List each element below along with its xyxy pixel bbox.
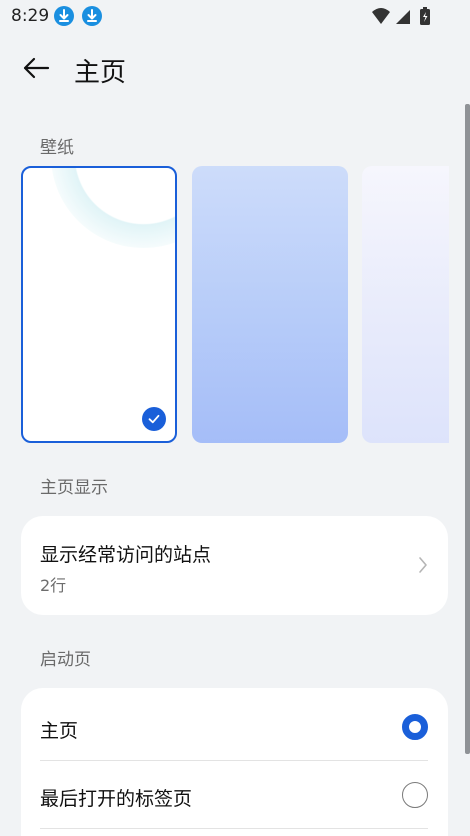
frequent-sites-row[interactable]: 显示经常访问的站点 2行 [21,516,448,615]
back-button[interactable] [14,50,58,86]
radio-unselected[interactable] [402,782,428,808]
wifi-icon [372,8,390,24]
system-status-icons [372,7,430,25]
divider [40,828,428,829]
signal-icon [396,10,410,24]
status-bar: 8:29 [0,0,470,34]
wallpaper-arc-decoration [51,168,175,248]
scrollbar[interactable] [465,104,470,754]
status-time: 8:29 [11,6,50,26]
back-arrow-icon [23,57,50,79]
startup-section-label: 启动页 [40,650,91,670]
battery-icon [420,7,430,25]
frequent-sites-title: 显示经常访问的站点 [40,544,212,566]
radio-selected[interactable] [402,714,428,740]
home-display-section-label: 主页显示 [40,478,108,498]
startup-option-home[interactable]: 主页 [21,693,448,761]
download-notification-icon [54,6,74,26]
wallpaper-carousel[interactable] [21,166,449,444]
frequent-sites-value: 2行 [40,576,67,595]
wallpaper-option-blue[interactable] [192,166,348,443]
wallpaper-option-white[interactable] [21,166,177,443]
startup-option-label: 最后打开的标签页 [40,788,193,810]
startup-option-label: 主页 [40,720,79,742]
download-notification-icon [82,6,102,26]
chevron-right-icon [419,557,427,573]
wallpaper-option-lavender[interactable] [362,166,449,443]
selected-check-icon [142,407,166,431]
settings-page: 8:29 主页 壁纸 主页显示 显示经常访问的站点 2行 启动页 主页 最后打开… [0,0,470,836]
startup-option-last-tab[interactable]: 最后打开的标签页 [21,761,448,829]
wallpaper-section-label: 壁纸 [40,138,74,158]
page-title: 主页 [74,58,127,88]
startup-options-card: 主页 最后打开的标签页 [21,688,448,836]
app-header: 主页 [0,40,470,98]
